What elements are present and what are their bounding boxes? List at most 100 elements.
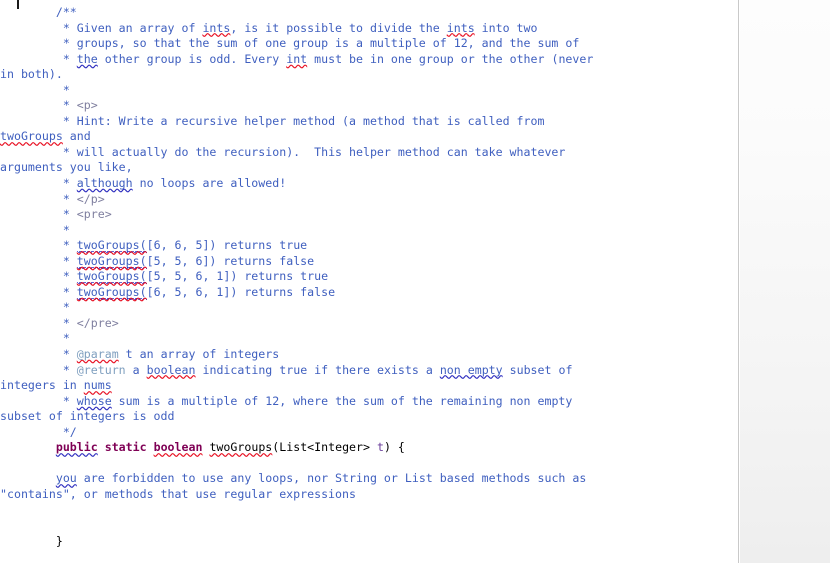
code-token-flagged: twoGroups [209, 440, 273, 455]
code-token: * [62, 191, 77, 206]
code-token: in both). [0, 67, 63, 82]
code-token: no loops are allowed! [132, 176, 287, 191]
code-token: * [62, 207, 77, 222]
code-token: * [62, 82, 70, 97]
code-token-flagged: boolean [146, 362, 196, 377]
code-line[interactable]: * [0, 300, 738, 316]
code-token: * [62, 347, 77, 362]
code-line[interactable]: * [0, 223, 738, 239]
code-token: <p> [76, 98, 98, 113]
code-token: must be in one group or the other (never [307, 51, 594, 66]
code-token: are forbidden to use any loops, nor Stri… [76, 471, 587, 486]
code-token: indicating true if there exists a [195, 362, 440, 377]
code-token: static [104, 440, 147, 455]
code-line[interactable]: * twoGroups([6, 5, 6, 1]) returns false [0, 284, 738, 301]
code-line[interactable]: you are forbidden to use any loops, nor … [0, 471, 738, 487]
code-line[interactable]: * the other group is odd. Every int must… [0, 52, 738, 68]
code-line[interactable]: integers in nums [0, 378, 738, 394]
code-line[interactable]: subset of integers is odd [0, 409, 738, 425]
code-line[interactable]: * Hint: Write a recursive helper method … [0, 114, 738, 130]
code-line[interactable]: * [0, 83, 738, 99]
code-token: </p> [76, 191, 105, 206]
source-code-text[interactable]: /** * Given an array of ints, is it poss… [0, 5, 738, 549]
code-token-flagged: twoGroups( [76, 253, 147, 269]
code-line[interactable]: in both). [0, 67, 738, 83]
code-token: integers in [0, 378, 84, 393]
code-line[interactable]: * twoGroups([5, 5, 6, 1]) returns true [0, 269, 738, 285]
code-editor-pane[interactable]: /** * Given an array of ints, is it poss… [0, 0, 738, 563]
code-line[interactable]: * twoGroups([6, 6, 5]) returns true [0, 238, 738, 254]
code-token-flagged: twoGroups( [76, 284, 147, 300]
code-token: arguments you like, [0, 160, 133, 175]
code-token: sum is a multiple of 12, where the sum o… [111, 393, 573, 408]
code-line[interactable]: * </p> [0, 192, 738, 208]
code-line[interactable]: * </pre> [0, 316, 738, 332]
code-token: * [62, 300, 70, 315]
code-line[interactable]: * whose sum is a multiple of 12, where t… [0, 394, 738, 410]
code-token: (List<Integer> [272, 440, 377, 455]
code-token-flagged: ints [202, 20, 231, 35]
code-token: * [62, 253, 77, 268]
code-line[interactable]: * @return a boolean indicating true if t… [0, 363, 738, 379]
code-line[interactable]: * [0, 331, 738, 347]
code-token: <pre> [76, 207, 112, 222]
code-line[interactable]: * groups, so that the sum of one group i… [0, 36, 738, 52]
code-token: } [55, 533, 63, 548]
code-line[interactable]: * will actually do the recursion). This … [0, 145, 738, 161]
right-side-panel [740, 0, 830, 563]
code-line[interactable]: * although no loops are allowed! [0, 176, 738, 192]
code-line[interactable]: * <pre> [0, 207, 738, 223]
code-token-flagged: int [286, 51, 308, 66]
code-token-flagged: nums [83, 378, 112, 393]
code-line[interactable]: "contains", or methods that use regular … [0, 487, 738, 503]
code-line[interactable]: twoGroups and [0, 129, 738, 145]
code-token: * [62, 176, 77, 191]
code-line[interactable]: } [0, 534, 738, 550]
code-line[interactable]: * <p> [0, 98, 738, 114]
code-token-flagged: twoGroups( [76, 269, 147, 285]
code-line[interactable] [0, 503, 738, 519]
code-token-flagged: @param [76, 347, 119, 362]
code-token-flagged: ints [446, 20, 475, 35]
code-line[interactable]: * @param t an array of integers [0, 347, 738, 363]
code-token: */ [62, 424, 77, 439]
code-token: * [62, 315, 77, 330]
code-token-flagged: twoGroups [0, 129, 63, 144]
code-line[interactable] [0, 518, 738, 534]
code-token: * Given an array of [62, 20, 203, 35]
code-token: </pre> [76, 315, 119, 330]
pane-divider[interactable] [738, 0, 739, 563]
code-line[interactable]: /** [0, 5, 738, 21]
code-token-flagged: you [55, 471, 77, 486]
code-line[interactable]: */ [0, 425, 738, 441]
code-token: and [62, 129, 91, 144]
code-line[interactable]: * twoGroups([5, 5, 6]) returns false [0, 253, 738, 270]
code-line[interactable]: arguments you like, [0, 160, 738, 176]
code-line[interactable]: * Given an array of ints, is it possible… [0, 21, 738, 37]
code-token: t [376, 440, 384, 455]
code-token: @return [76, 362, 126, 377]
code-token: * will actually do the recursion). This … [62, 144, 566, 159]
code-token: other group is odd. Every [97, 51, 287, 66]
code-line[interactable]: public static boolean twoGroups(List<Int… [0, 440, 738, 456]
code-line[interactable] [0, 456, 738, 472]
